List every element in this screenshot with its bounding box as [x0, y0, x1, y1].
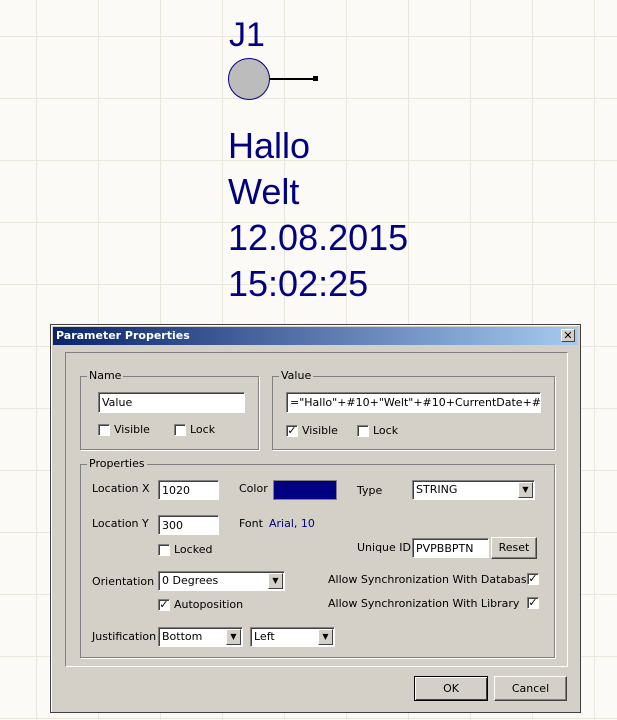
- dialog-title: Parameter Properties: [56, 329, 190, 342]
- component-designator[interactable]: J1: [229, 18, 265, 52]
- locked-label: Locked: [174, 543, 213, 556]
- name-visible-checkbox[interactable]: [98, 424, 110, 436]
- orientation-select[interactable]: 0 Degrees ▼: [158, 571, 285, 591]
- color-swatch[interactable]: [273, 480, 337, 500]
- type-label: Type: [357, 484, 383, 497]
- properties-group-legend: Properties: [87, 457, 147, 470]
- name-group: Name Value Visible Lock: [80, 369, 259, 450]
- value-line-1: Hallo: [228, 125, 311, 166]
- justification-horizontal-value: Left: [254, 630, 275, 643]
- connector-pin-end: [313, 76, 318, 81]
- autoposition-label: Autoposition: [174, 598, 244, 611]
- parameter-value-text[interactable]: Hallo Welt 12.08.2015 15:02:25: [228, 128, 408, 312]
- unique-id-input[interactable]: PVPBBPTN: [412, 538, 489, 558]
- chevron-down-icon[interactable]: ▼: [318, 629, 333, 645]
- value-line-2: Welt: [228, 171, 300, 212]
- sync-database-label: Allow Synchronization With Database: [328, 573, 534, 586]
- autoposition-checkbox[interactable]: ✓: [158, 599, 170, 611]
- value-line-3: 12.08.2015: [228, 217, 409, 258]
- chevron-down-icon[interactable]: ▼: [268, 573, 283, 589]
- type-value: STRING: [416, 483, 458, 496]
- justification-horizontal-select[interactable]: Left ▼: [250, 627, 335, 647]
- location-y-input[interactable]: 300: [158, 515, 219, 535]
- name-lock-checkbox[interactable]: [174, 424, 186, 436]
- chevron-down-icon[interactable]: ▼: [226, 629, 241, 645]
- properties-group: Properties Location X 1020 Color Type ST…: [80, 457, 555, 658]
- justification-vertical-value: Bottom: [162, 630, 203, 643]
- reset-button[interactable]: Reset: [491, 537, 537, 559]
- value-line-4: 15:02:25: [228, 263, 369, 304]
- connector-pin-body[interactable]: [228, 58, 270, 100]
- name-input[interactable]: Value: [98, 392, 245, 413]
- dialog-titlebar[interactable]: Parameter Properties ✕: [53, 327, 578, 345]
- orientation-label: Orientation: [92, 575, 155, 588]
- value-lock-label: Lock: [373, 424, 399, 437]
- close-icon[interactable]: ✕: [561, 329, 575, 342]
- orientation-value: 0 Degrees: [162, 574, 219, 587]
- value-lock-checkbox[interactable]: [357, 425, 369, 437]
- name-group-legend: Name: [87, 369, 124, 382]
- font-label: Font: [239, 517, 263, 530]
- unique-id-label: Unique ID: [357, 541, 412, 554]
- parameter-properties-dialog: Parameter Properties ✕ Name Value Visibl…: [50, 324, 581, 713]
- value-visible-checkbox[interactable]: ✓: [286, 425, 298, 437]
- location-y-label: Location Y: [92, 517, 149, 530]
- sync-library-checkbox[interactable]: ✓: [527, 597, 539, 609]
- color-label: Color: [239, 482, 268, 495]
- dialog-content-panel: Name Value Visible Lock Value ="Hallo"+#…: [65, 352, 568, 667]
- sync-database-checkbox[interactable]: ✓: [527, 573, 539, 585]
- value-group-legend: Value: [279, 369, 314, 382]
- value-input[interactable]: ="Hallo"+#10+"Welt"+#10+CurrentDate+#10+…: [286, 392, 541, 413]
- ok-button[interactable]: OK: [414, 676, 488, 701]
- type-select[interactable]: STRING ▼: [412, 480, 535, 500]
- value-group: Value ="Hallo"+#10+"Welt"+#10+CurrentDat…: [272, 369, 555, 450]
- location-x-label: Location X: [92, 482, 150, 495]
- value-visible-label: Visible: [302, 424, 338, 437]
- justification-vertical-select[interactable]: Bottom ▼: [158, 627, 243, 647]
- location-x-input[interactable]: 1020: [158, 480, 219, 500]
- name-visible-label: Visible: [114, 423, 150, 436]
- sync-library-label: Allow Synchronization With Library: [328, 597, 520, 610]
- locked-checkbox[interactable]: [158, 544, 170, 556]
- font-value-link[interactable]: Arial, 10: [269, 517, 315, 530]
- name-lock-label: Lock: [190, 423, 216, 436]
- justification-label: Justification: [92, 630, 157, 643]
- connector-pin-lead: [270, 78, 316, 80]
- chevron-down-icon[interactable]: ▼: [518, 482, 533, 498]
- cancel-button[interactable]: Cancel: [494, 676, 567, 701]
